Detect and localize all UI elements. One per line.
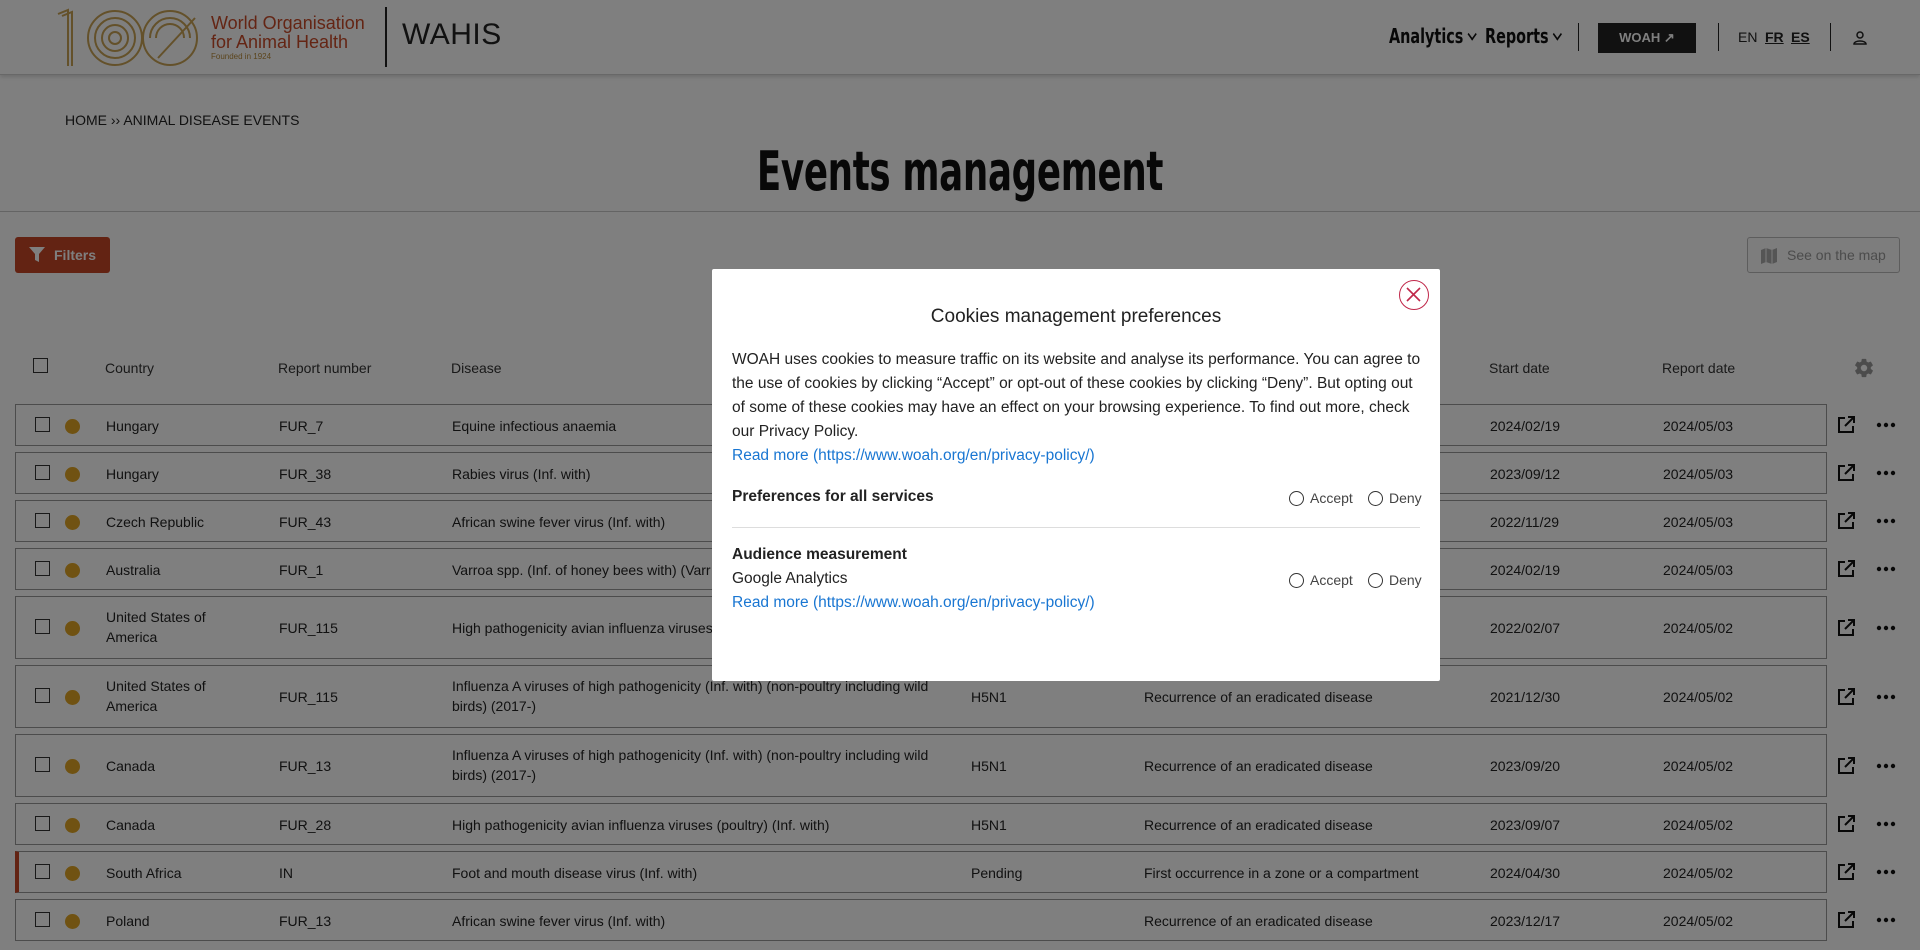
all-services-accept-radio[interactable] <box>1289 491 1304 506</box>
deny-label[interactable]: Deny <box>1389 490 1422 506</box>
close-icon <box>1406 287 1421 302</box>
audience-deny-radio[interactable] <box>1368 573 1383 588</box>
accept-label[interactable]: Accept <box>1310 572 1353 588</box>
modal-divider <box>732 527 1420 528</box>
audience-privacy-link[interactable]: Read more (https://www.woah.org/en/priva… <box>732 594 1095 612</box>
deny-label[interactable]: Deny <box>1389 572 1422 588</box>
all-services-label: Preferences for all services <box>732 488 934 505</box>
audience-accept-radio[interactable] <box>1289 573 1304 588</box>
modal-title: Cookies management preferences <box>930 306 1222 327</box>
cookie-preferences-modal: Cookies management preferences WOAH uses… <box>712 269 1440 681</box>
google-analytics-label: Google Analytics <box>732 570 848 587</box>
audience-measurement-label: Audience measurement <box>732 546 907 563</box>
modal-body-text: WOAH uses cookies to measure traffic on … <box>732 351 1421 440</box>
modal-body: WOAH uses cookies to measure traffic on … <box>732 348 1422 468</box>
privacy-policy-link[interactable]: Read more (https://www.woah.org/en/priva… <box>732 447 1095 464</box>
accept-label[interactable]: Accept <box>1310 490 1353 506</box>
all-services-deny-radio[interactable] <box>1368 491 1383 506</box>
